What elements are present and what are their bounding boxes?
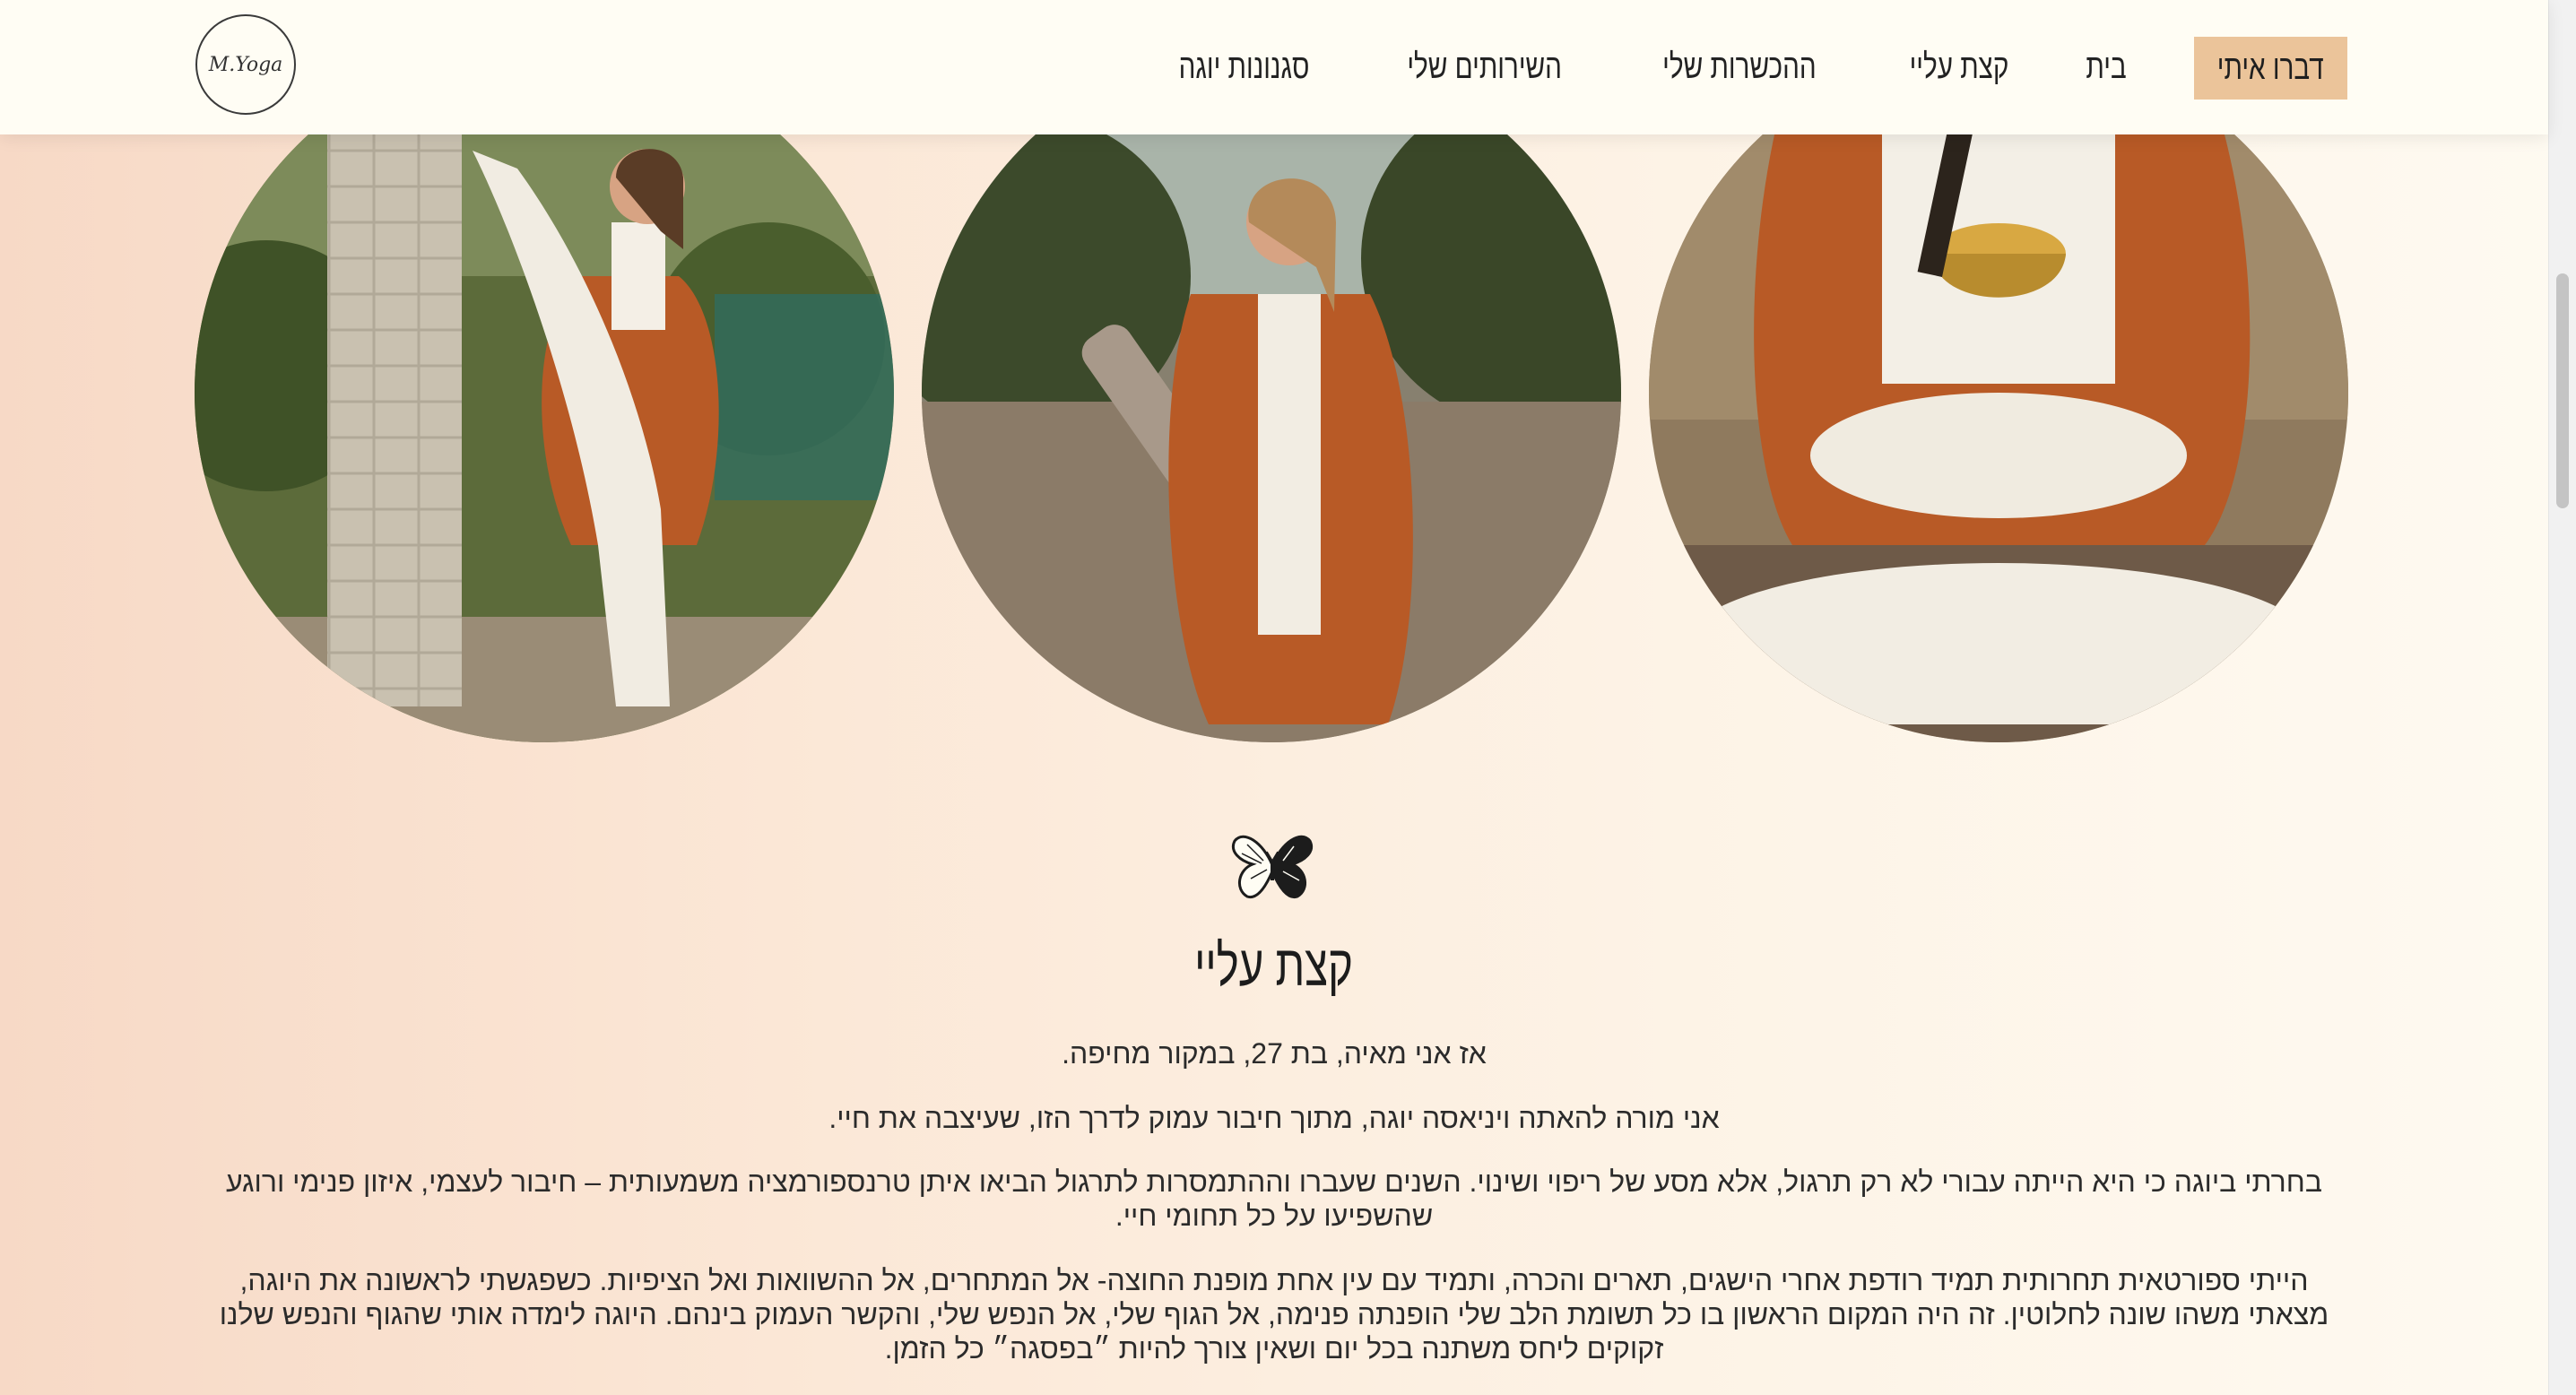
section-title: קצת עליי [0,932,2548,999]
contact-button[interactable]: דברו איתי [2194,37,2347,100]
nav-trainings[interactable]: ההכשרות שלי [1662,48,1816,87]
nav-about[interactable]: קצת עליי [1910,48,2009,87]
about-paragraph-4: הייתי ספורטאית תחרותית תמיד רודפת אחרי ה… [219,1264,2329,1365]
page-scrollbar[interactable] [2548,0,2576,1395]
contact-button-label: דברו איתי [2217,48,2324,87]
section-title-text: קצת עליי [1194,933,1354,998]
about-paragraph-3: בחרתי ביוגה כי היא הייתה עבורי לא רק תרג… [226,1165,2322,1232]
photo-with-mat [922,43,1621,742]
nav-yoga-styles[interactable]: סגנונות יוגה [1178,48,1309,87]
butterfly-icon [1232,835,1313,899]
site-logo[interactable]: M.Yoga [195,14,296,115]
site-header: M.Yoga סגנונות יוגה השירותים שלי ההכשרות… [0,0,2548,134]
main-nav: סגנונות יוגה השירותים שלי ההכשרות שלי קצ… [1160,0,2132,134]
nav-home[interactable]: בית [2086,48,2126,87]
about-paragraph-1: אז אני מאיה, בת 27, במקור מחיפה. [1062,1037,1487,1070]
photo-yoga-pose [195,43,894,742]
about-paragraph-2: אני מורה להאתה ויניאסה יוגה, מתוך חיבור … [828,1102,1720,1134]
photo-singing-bowl [1649,43,2348,742]
nav-services[interactable]: השירותים שלי [1407,48,1562,87]
scrollbar-thumb[interactable] [2556,273,2569,508]
